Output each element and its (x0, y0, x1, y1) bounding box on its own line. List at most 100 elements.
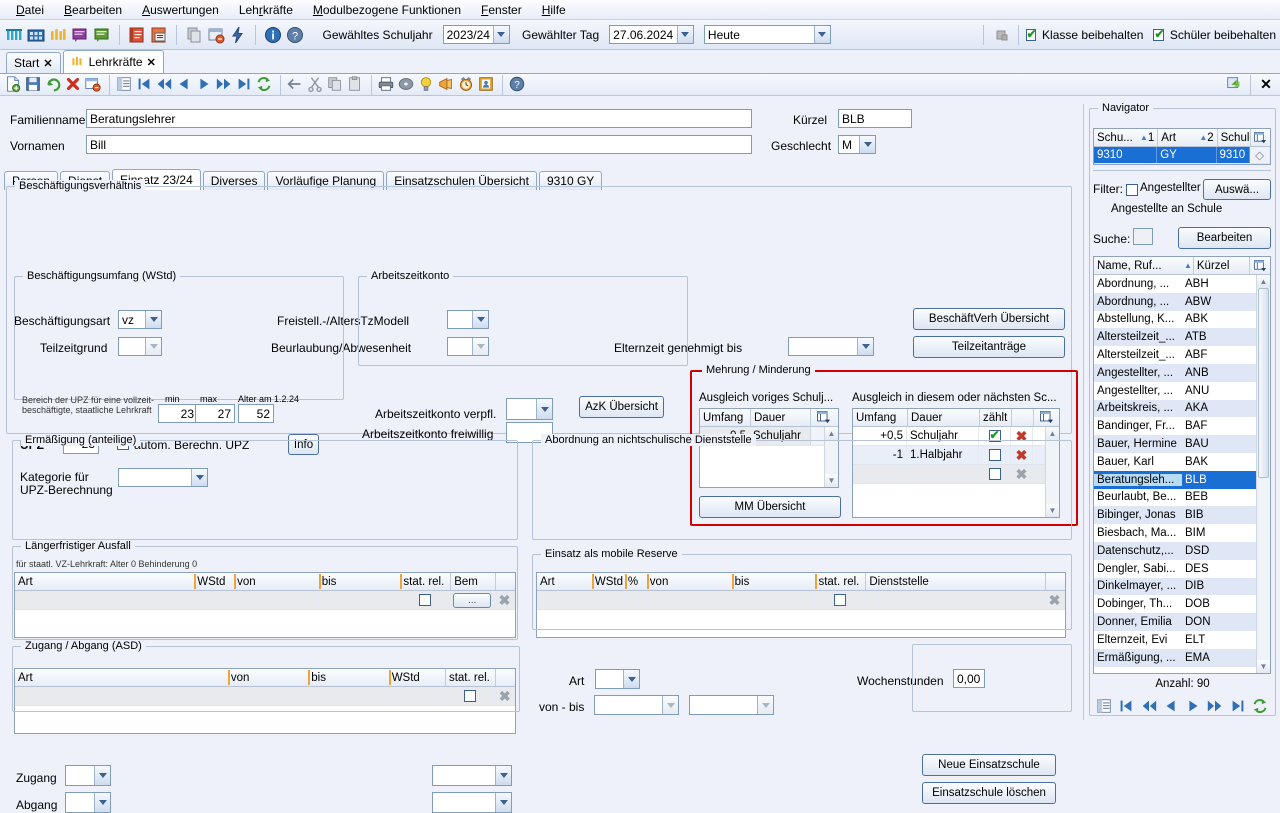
last-record-icon[interactable] (235, 75, 255, 95)
list-item[interactable]: Abordnung, ... ABH (1094, 275, 1256, 293)
address-book-icon[interactable] (477, 75, 497, 95)
chevron-down-icon-azk[interactable] (536, 399, 552, 419)
copy-icon[interactable] (326, 75, 346, 95)
reserve-art-select[interactable] (595, 669, 640, 689)
school-row[interactable]: 9310 GY 9310 ◇ (1094, 147, 1270, 164)
nav-last-icon[interactable] (1229, 697, 1249, 717)
refresh-icon[interactable] (255, 75, 275, 95)
list-item[interactable]: Altersteilzeit_... ABF (1094, 346, 1256, 364)
list-item[interactable]: Dinkelmayer, ... DIB (1094, 577, 1256, 596)
reserve-von-select[interactable] (594, 695, 679, 715)
angestellter-checkbox[interactable] (1126, 184, 1138, 196)
list-item[interactable]: Ermäßigung, ... EMA (1094, 648, 1256, 667)
report-print-icon[interactable] (149, 25, 169, 45)
cut-icon[interactable] (306, 75, 326, 95)
mm-right-column-chooser-icon[interactable] (1033, 409, 1059, 426)
chevron-down-icon-res[interactable] (623, 670, 639, 688)
list-item[interactable]: Elternzeit, Evi ELT (1094, 631, 1256, 649)
list-item[interactable]: Bauer, Hermine BAU (1094, 435, 1256, 453)
einsatzschule-loeschen-button[interactable]: Einsatzschule löschen (922, 782, 1056, 804)
chevron-down-icon-resb[interactable] (757, 696, 773, 714)
beschaeftverh-uebersicht-button[interactable]: BeschäftVerh Übersicht (913, 308, 1065, 330)
chevron-down-icon-zug2[interactable] (495, 766, 511, 785)
heute-select[interactable]: Heute (703, 25, 831, 44)
menu-item-lehrkraefte[interactable]: Lehrkräfte (229, 1, 303, 19)
kuerzel-input[interactable] (838, 109, 912, 128)
copy-gray-icon[interactable] (184, 25, 204, 45)
list-item[interactable]: Abstellung, K... ABK (1094, 311, 1256, 329)
klasse-beibehalten-checkbox[interactable] (1025, 27, 1037, 41)
mm-left-column-chooser-icon[interactable] (810, 409, 837, 426)
list-item[interactable]: Biesbach, Ma... BIM (1094, 524, 1256, 542)
scroll-down-icon-3[interactable]: ▼ (1257, 660, 1270, 673)
menu-item-datei[interactable]: Datei (6, 1, 54, 19)
list-view-icon[interactable] (115, 75, 135, 95)
megaphone-icon[interactable] (437, 75, 457, 95)
list-item[interactable]: Abordnung, ... ABW (1094, 292, 1256, 311)
schueler-beibehalten-checkbox[interactable] (1153, 27, 1165, 41)
chevron-down-icon-resv[interactable] (662, 696, 678, 714)
back-arrow-icon[interactable] (286, 75, 306, 95)
nav-refresh-icon[interactable] (1251, 697, 1271, 717)
zugang-select-2[interactable] (432, 765, 512, 786)
chevron-down-icon[interactable] (492, 26, 509, 43)
list-item[interactable]: Bauer, Karl BAK (1094, 453, 1256, 471)
familienname-input[interactable] (86, 109, 752, 128)
restore-window-icon[interactable] (1225, 75, 1245, 95)
chevron-down-icon-ez[interactable] (857, 338, 873, 355)
chevron-down-icon-abg[interactable] (94, 793, 110, 812)
list-item[interactable]: Datenschutz,... DSD (1094, 541, 1256, 560)
nav-first-icon[interactable] (1117, 697, 1137, 717)
list-item[interactable]: Arbeitskreis, ... AKA (1094, 399, 1256, 418)
close-icon[interactable]: ✕ (43, 57, 52, 70)
help-icon[interactable]: ? (285, 25, 305, 45)
close-icon-2[interactable]: ✕ (147, 56, 156, 69)
tab-start[interactable]: Start ✕ (6, 52, 61, 73)
tag-select[interactable]: 27.06.2024 (609, 25, 694, 44)
help-circle-icon[interactable]: ? (508, 75, 528, 95)
nav-list-view-icon[interactable] (1095, 697, 1115, 717)
notes-green-icon[interactable] (92, 25, 112, 45)
notes-purple-icon[interactable] (70, 25, 90, 45)
list-column-chooser-icon[interactable] (1249, 257, 1270, 274)
next-page-icon[interactable] (215, 75, 235, 95)
chevron-down-icon-3[interactable] (813, 26, 830, 43)
menu-item-modulbezogene-funktionen[interactable]: Modulbezogene Funktionen (303, 1, 471, 19)
suche-input[interactable] (1133, 228, 1153, 245)
geschlecht-select[interactable]: M (838, 135, 876, 154)
nav-prev-icon[interactable] (1162, 697, 1182, 717)
list-item[interactable]: Bandinger, Fr... BAF (1094, 417, 1256, 435)
nav-next-icon[interactable] (1184, 697, 1204, 717)
prev-record-icon[interactable] (175, 75, 195, 95)
scroll-thumb[interactable] (1258, 288, 1269, 478)
scroll-up-icon-3[interactable]: ▲ (1257, 275, 1270, 288)
school-column-chooser-icon[interactable] (1250, 129, 1270, 146)
classes-icon[interactable] (4, 25, 24, 45)
reserve-bis-select[interactable] (689, 695, 774, 715)
menu-item-hilfe[interactable]: Hilfe (532, 1, 576, 19)
info-icon[interactable] (263, 25, 283, 45)
list-item[interactable]: Beurlaubt, Be... BEB (1094, 489, 1256, 507)
save-icon[interactable] (24, 75, 44, 95)
list-item[interactable]: Bibinger, Jonas BIB (1094, 506, 1256, 525)
azk-uebersicht-button[interactable]: AzK Übersicht (579, 396, 664, 418)
scroll-up-icon-2[interactable]: ▲ (1046, 427, 1059, 440)
list-item[interactable]: Beratungsleh... BLB (1094, 470, 1256, 489)
azk-verpfl-select[interactable] (506, 398, 553, 420)
cd-icon[interactable] (397, 75, 417, 95)
undo-icon[interactable] (44, 75, 64, 95)
abgang-select-2[interactable] (432, 792, 512, 813)
lock-gray-icon[interactable] (991, 25, 1011, 45)
cancel-edit-icon[interactable] (84, 75, 104, 95)
school-icon[interactable] (26, 25, 46, 45)
menu-item-auswertungen[interactable]: Auswertungen (132, 1, 229, 19)
scroll-up-icon[interactable]: ▲ (825, 427, 838, 440)
schuljahr-select[interactable]: 2023/24 (442, 25, 510, 44)
teilzeitantraege-button[interactable]: Teilzeitanträge (913, 336, 1065, 358)
chevron-down-icon-geschlecht[interactable] (859, 136, 875, 153)
students-icon[interactable] (48, 25, 68, 45)
elternzeit-select[interactable] (788, 337, 874, 356)
menu-item-bearbeiten[interactable]: Bearbeiten (54, 1, 132, 19)
zugang-select[interactable] (65, 765, 111, 786)
neue-einsatzschule-button[interactable]: Neue Einsatzschule (922, 754, 1056, 776)
